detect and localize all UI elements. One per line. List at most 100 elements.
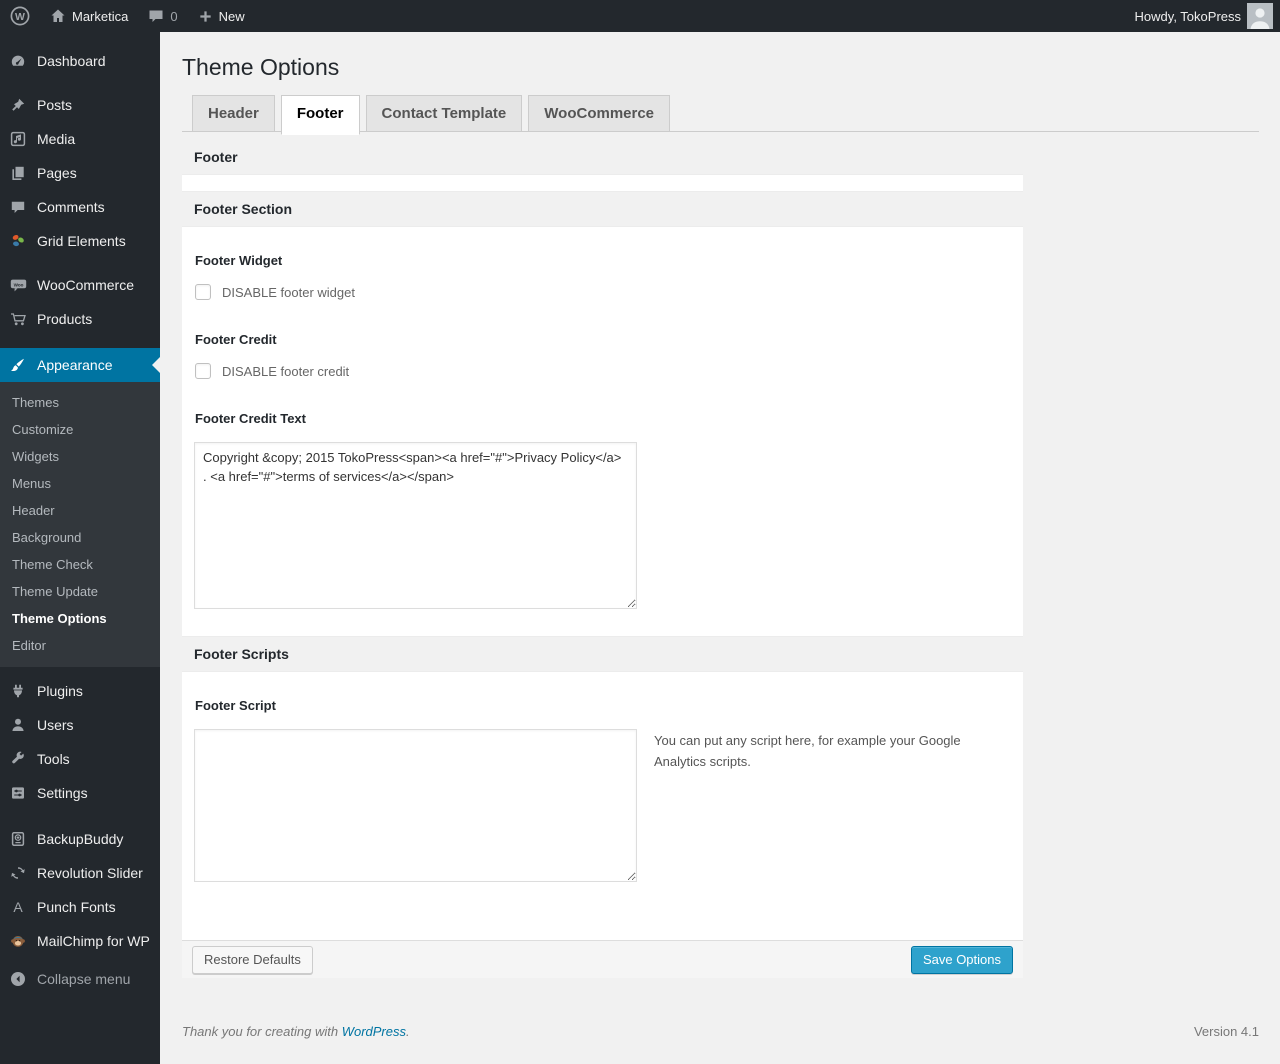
- sidebar-item-label: Collapse menu: [37, 971, 131, 987]
- sidebar-item-settings[interactable]: Settings: [0, 776, 160, 810]
- pin-icon: [8, 97, 28, 113]
- site-link[interactable]: Marketica: [40, 0, 138, 32]
- thanks-period: .: [406, 1024, 410, 1039]
- page-title: Theme Options: [182, 54, 340, 80]
- admin-sidebar: Dashboard Posts Media Pages Comments Gri…: [0, 32, 160, 1064]
- sidebar-item-tools[interactable]: Tools: [0, 742, 160, 776]
- sidebar-item-punch-fonts[interactable]: A Punch Fonts: [0, 890, 160, 924]
- avatar: [1247, 3, 1273, 29]
- footer-script-hint: You can put any script here, for example…: [654, 733, 961, 769]
- svg-text:W: W: [15, 11, 25, 23]
- wordpress-menu[interactable]: W: [0, 0, 40, 32]
- svg-text:Woo: Woo: [13, 282, 23, 287]
- section-header-footer-scripts: Footer Scripts: [182, 636, 1023, 672]
- home-icon: [50, 8, 66, 24]
- comments-bubble-icon: [148, 9, 164, 24]
- cart-icon: [8, 311, 28, 327]
- footer-section-body: Footer Widget DISABLE footer widget Foot…: [182, 253, 1023, 636]
- sidebar-item-mailchimp[interactable]: MailChimp for WP: [0, 924, 160, 958]
- footer-widget-checkbox-row: DISABLE footer widget: [195, 284, 1011, 300]
- sidebar-item-label: Punch Fonts: [37, 899, 116, 915]
- sidebar-item-label: Products: [37, 311, 93, 327]
- sidebar-item-products[interactable]: Products: [0, 302, 160, 336]
- monkey-icon: [8, 933, 28, 949]
- comments-icon: [8, 199, 28, 215]
- submenu-item-customize[interactable]: Customize: [0, 416, 160, 443]
- collapse-icon: [8, 971, 28, 987]
- submenu-item-editor[interactable]: Editor: [0, 632, 160, 659]
- sidebar-item-plugins[interactable]: Plugins: [0, 674, 160, 708]
- plugin-icon: [8, 683, 28, 699]
- sidebar-item-revolution-slider[interactable]: Revolution Slider: [0, 856, 160, 890]
- sidebar-item-comments[interactable]: Comments: [0, 190, 160, 224]
- restore-defaults-button[interactable]: Restore Defaults: [192, 945, 313, 974]
- sidebar-item-label: Grid Elements: [37, 233, 126, 249]
- sidebar-item-media[interactable]: Media: [0, 122, 160, 156]
- submenu-item-theme-check[interactable]: Theme Check: [0, 551, 160, 578]
- footer-thanks-text: Thank you for creating with WordPress.: [182, 1024, 410, 1039]
- sidebar-item-woocommerce[interactable]: Woo WooCommerce: [0, 268, 160, 302]
- comments-shortcut[interactable]: 0: [138, 0, 187, 32]
- panel-spacer: [182, 175, 1023, 191]
- new-content-menu[interactable]: New: [188, 0, 255, 32]
- disable-footer-widget-checkbox[interactable]: [195, 284, 211, 300]
- sidebar-item-label: Media: [37, 131, 76, 147]
- collapse-menu-button[interactable]: Collapse menu: [0, 962, 160, 996]
- footer-credit-text-textarea[interactable]: Copyright &copy; 2015 TokoPress<span><a …: [194, 442, 637, 609]
- sidebar-item-dashboard[interactable]: Dashboard: [0, 44, 160, 78]
- submenu-item-themes[interactable]: Themes: [0, 389, 160, 416]
- checkbox-label: DISABLE footer credit: [222, 363, 350, 379]
- sidebar-item-label: WooCommerce: [37, 277, 134, 293]
- main-content: Theme Options Header Footer Contact Temp…: [160, 0, 1280, 1053]
- submenu-item-theme-options[interactable]: Theme Options: [0, 605, 160, 632]
- submenu-item-menus[interactable]: Menus: [0, 470, 160, 497]
- sidebar-item-label: Users: [37, 717, 74, 733]
- footer-script-label: Footer Script: [195, 698, 276, 713]
- submenu-item-widgets[interactable]: Widgets: [0, 443, 160, 470]
- sidebar-item-grid-elements[interactable]: Grid Elements: [0, 224, 160, 258]
- theme-options-panel: Footer Footer Section Footer Widget DISA…: [182, 140, 1023, 978]
- user-icon: [8, 717, 28, 733]
- wrench-icon: [8, 751, 28, 767]
- sidebar-item-label: MailChimp for WP: [37, 933, 150, 949]
- woocommerce-icon: Woo: [8, 277, 28, 293]
- wordpress-link[interactable]: WordPress: [342, 1024, 406, 1039]
- submenu-item-header[interactable]: Header: [0, 497, 160, 524]
- sidebar-item-backupbuddy[interactable]: BackupBuddy: [0, 822, 160, 856]
- account-menu[interactable]: Howdy, TokoPress: [1125, 0, 1273, 32]
- dashboard-icon: [8, 53, 28, 69]
- checkbox-label: DISABLE footer widget: [222, 284, 355, 300]
- brush-icon: [8, 357, 28, 373]
- sidebar-item-label: Dashboard: [37, 53, 106, 69]
- disable-footer-credit-checkbox[interactable]: [195, 363, 211, 379]
- sidebar-item-label: Plugins: [37, 683, 83, 699]
- menu-separator: [0, 336, 160, 348]
- sidebar-item-posts[interactable]: Posts: [0, 88, 160, 122]
- footer-script-textarea[interactable]: [194, 729, 637, 882]
- submenu-item-background[interactable]: Background: [0, 524, 160, 551]
- sidebar-item-label: Tools: [37, 751, 70, 767]
- comment-count: 0: [170, 8, 178, 24]
- admin-bar: W Marketica 0 New Howdy, TokoPress: [0, 0, 1280, 32]
- admin-footer: Thank you for creating with WordPress. V…: [182, 1024, 1259, 1053]
- wordpress-logo-icon: W: [10, 6, 30, 26]
- media-icon: [8, 131, 28, 147]
- sidebar-item-pages[interactable]: Pages: [0, 156, 160, 190]
- tab-woocommerce[interactable]: WooCommerce: [528, 95, 671, 131]
- plus-icon: [198, 9, 213, 24]
- backup-icon: [8, 831, 28, 847]
- submenu-item-theme-update[interactable]: Theme Update: [0, 578, 160, 605]
- sidebar-item-users[interactable]: Users: [0, 708, 160, 742]
- tab-contact-template[interactable]: Contact Template: [365, 95, 523, 131]
- save-options-button[interactable]: Save Options: [910, 945, 1013, 974]
- tab-header[interactable]: Header: [192, 95, 275, 131]
- greeting: Howdy, TokoPress: [1134, 8, 1241, 24]
- footer-credit-label: Footer Credit: [195, 332, 277, 347]
- sidebar-item-label: Comments: [37, 199, 105, 215]
- tab-footer[interactable]: Footer: [280, 95, 360, 135]
- sidebar-item-appearance[interactable]: Appearance: [0, 348, 160, 382]
- menu-separator: [0, 78, 160, 88]
- panel-action-bar: Restore Defaults Save Options: [182, 940, 1023, 978]
- site-name: Marketica: [72, 8, 129, 24]
- letter-a-icon: A: [13, 899, 23, 915]
